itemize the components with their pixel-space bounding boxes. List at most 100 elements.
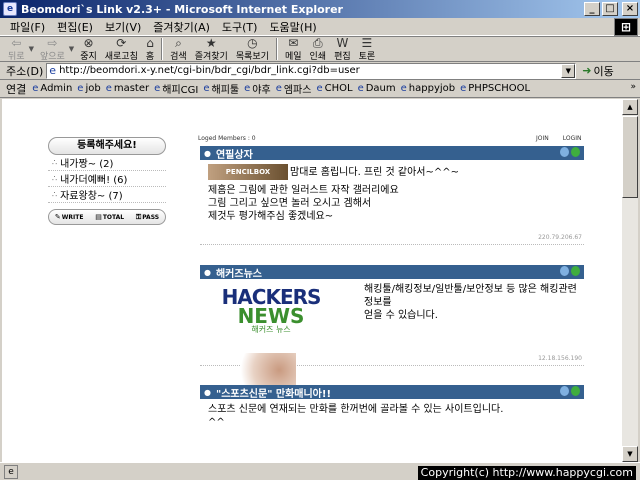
link-page-icon: e xyxy=(32,83,39,94)
link-page-icon: e xyxy=(400,83,407,94)
link-entry-header[interactable]: ● 해커즈뉴스 xyxy=(200,265,584,280)
link-chol[interactable]: e CHOL xyxy=(316,83,352,94)
link-page-icon: e xyxy=(316,83,323,94)
address-label: 주소(D) xyxy=(6,64,44,78)
category-item-prettier[interactable]: ∴ 내가더예뻐! (6) xyxy=(48,171,166,187)
links-more-icon[interactable]: » xyxy=(630,82,636,92)
scroll-up-icon[interactable]: ▲ xyxy=(622,99,638,115)
favorites-icon: ★ xyxy=(205,35,217,50)
link-page-icon: e xyxy=(154,83,161,94)
print-icon: ⎙ xyxy=(313,35,323,50)
key-icon: ⚿ xyxy=(135,212,142,221)
category-item-resources[interactable]: ∴ 자료왕창~ (7) xyxy=(48,187,166,203)
windows-logo-icon: ⊞ xyxy=(614,18,638,36)
menu-edit[interactable]: 편집(E) xyxy=(51,19,99,35)
link-happyjob[interactable]: e happyjob xyxy=(401,83,455,94)
link-page-icon: e xyxy=(460,83,467,94)
decorative-photo xyxy=(240,353,296,387)
close-button[interactable]: × xyxy=(622,2,638,16)
register-box-title: 등록해주세요! xyxy=(48,137,166,155)
discuss-button[interactable]: ☰ 토론 xyxy=(355,37,380,62)
back-dropdown-icon[interactable]: ▼ xyxy=(29,45,34,53)
forward-arrow-icon: ⇨ xyxy=(47,35,58,50)
scroll-thumb[interactable] xyxy=(622,116,638,198)
print-button[interactable]: ⎙ 인쇄 xyxy=(306,35,331,62)
page-icon: e xyxy=(49,64,57,77)
visit-icon[interactable] xyxy=(571,147,580,157)
forward-dropdown-icon[interactable]: ▼ xyxy=(69,45,74,53)
total-button[interactable]: ▤TOTAL xyxy=(95,213,124,221)
links-bar: 연결 e Admin e job e master e 해피CGI e 해피툴 e 야후 e… xyxy=(0,80,640,98)
scroll-down-icon[interactable]: ▼ xyxy=(622,446,638,462)
stop-button[interactable]: ⊗ 중지 xyxy=(76,35,101,62)
mail-icon: ✉ xyxy=(288,35,299,50)
forward-button[interactable]: ⇨ 앞으로 xyxy=(36,35,69,62)
vertical-scrollbar[interactable]: ▲ ▼ xyxy=(622,99,638,462)
link-entry-description: 스포츠 신문에 연재되는 만화를 한꺼번에 골라볼 수 있는 사이트입니다. ^… xyxy=(208,404,504,428)
link-page-icon: e xyxy=(357,83,364,94)
back-button[interactable]: ⇦ 뒤로 xyxy=(4,37,29,62)
favorites-button[interactable]: ★ 즐겨찾기 xyxy=(191,35,232,62)
link-entry-ip: 220.79.206.67 xyxy=(538,234,582,241)
refresh-icon: ⟳ xyxy=(116,35,127,50)
link-entry-description: PENCILBOX 맘대로 홈립니다. 프린 것 같아서~^^~ 제홈은 그림에 … xyxy=(200,160,584,223)
pencilbox-logo: PENCILBOX xyxy=(208,164,288,180)
menu-tools[interactable]: 도구(T) xyxy=(216,19,264,35)
bullet-icon: ● xyxy=(204,267,211,277)
link-page-icon: e xyxy=(203,83,210,94)
links-label: 연결 xyxy=(6,82,27,96)
home-button[interactable]: ⌂ 홈 xyxy=(142,35,158,62)
home-icon: ⌂ xyxy=(146,35,154,50)
history-button[interactable]: ◷ 목록보기 xyxy=(232,37,273,62)
toolbar-separator xyxy=(161,38,164,60)
link-job[interactable]: e job xyxy=(77,83,100,94)
visit-icon[interactable] xyxy=(571,266,580,276)
link-entry-header[interactable]: ● 연필상자 xyxy=(200,146,584,161)
menu-view[interactable]: 보기(V) xyxy=(99,19,147,35)
visit-icon[interactable] xyxy=(571,386,580,396)
minimize-button[interactable]: _ xyxy=(584,2,600,16)
copyright-status-text: Copyright(c) http://www.happycgi.com xyxy=(417,466,636,480)
search-button[interactable]: ⌕ 검색 xyxy=(166,37,191,62)
document-icon: ▤ xyxy=(95,213,102,221)
stop-icon: ⊗ xyxy=(83,35,94,50)
link-page-icon: e xyxy=(244,83,251,94)
info-icon[interactable] xyxy=(560,386,569,396)
link-entry-title: 해커즈뉴스 xyxy=(215,268,262,280)
go-button[interactable]: ➜ 이동 xyxy=(582,63,613,79)
login-link[interactable]: LOGIN xyxy=(563,135,582,142)
bullet-icon: ● xyxy=(204,387,211,397)
menu-file[interactable]: 파일(F) xyxy=(4,19,51,35)
join-link[interactable]: JOIN xyxy=(536,135,549,142)
link-page-icon: e xyxy=(105,83,112,94)
window-title-bar: e Beomdori`s Link v2.3+ - Microsoft Inte… xyxy=(0,0,640,18)
refresh-button[interactable]: ⟳ 새로고침 xyxy=(101,35,142,62)
menu-help[interactable]: 도움말(H) xyxy=(263,19,322,35)
link-happycgi[interactable]: e 해피CGI xyxy=(154,81,198,96)
ie-page-icon: e xyxy=(3,2,17,16)
mail-button[interactable]: ✉ 메일 xyxy=(281,35,306,62)
write-button[interactable]: ✎WRITE xyxy=(55,213,84,221)
link-yahoo[interactable]: e 야후 xyxy=(244,81,271,96)
toolbar-separator xyxy=(275,38,278,60)
pencil-icon: ✎ xyxy=(54,213,61,221)
link-empas[interactable]: e 엠파스 xyxy=(276,81,312,96)
link-entry-header[interactable]: ● "스포츠신문" 만화매니아!! xyxy=(200,385,584,400)
link-admin[interactable]: e Admin xyxy=(32,83,72,94)
edit-button[interactable]: W 편집 xyxy=(330,37,355,62)
info-icon[interactable] xyxy=(560,266,569,276)
menu-favorites[interactable]: 즐겨찾기(A) xyxy=(147,19,216,35)
maximize-button[interactable]: □ xyxy=(602,2,618,16)
info-icon[interactable] xyxy=(560,147,569,157)
pass-button[interactable]: ⚿PASS xyxy=(136,213,159,222)
address-input[interactable]: e http://beomdori.x-y.net/cgi-bin/bdr_cg… xyxy=(46,62,577,79)
link-daum[interactable]: e Daum xyxy=(358,83,396,94)
link-entry: ● 해커즈뉴스 HACKERS NEWS 해커즈 뉴스 해킹툴/해킹정보/일반툴… xyxy=(200,265,584,366)
link-page-icon: e xyxy=(77,83,84,94)
account-links: JOIN LOGIN xyxy=(536,135,582,142)
address-dropdown-icon[interactable]: ▼ xyxy=(561,63,576,78)
category-item-mine[interactable]: ∴ 내가짱~ (2) xyxy=(48,155,166,171)
link-happytool[interactable]: e 해피툴 xyxy=(203,81,239,96)
link-phpschool[interactable]: e PHPSCHOOL xyxy=(460,83,530,94)
link-master[interactable]: e master xyxy=(106,83,149,94)
